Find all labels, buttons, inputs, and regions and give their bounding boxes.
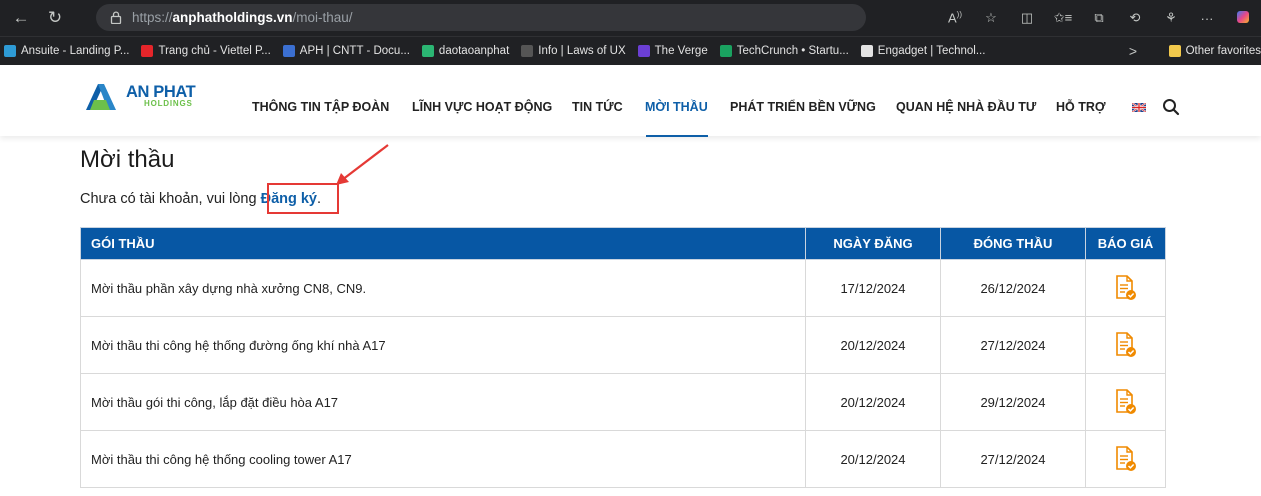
closing-date: 29/12/2024 xyxy=(940,373,1086,431)
bookmark-label: TechCrunch • Startu... xyxy=(736,45,849,57)
favorites-icon[interactable]: ✩≡ xyxy=(1049,10,1077,26)
bookmark-label: APH | CNTT - Docu... xyxy=(299,45,410,57)
split-screen-icon[interactable]: ◫ xyxy=(1013,10,1041,26)
quote-cell[interactable] xyxy=(1085,373,1166,431)
closing-date: 26/12/2024 xyxy=(940,259,1086,317)
other-favorites-label: Other favorites xyxy=(1185,45,1261,57)
bookmark-favicon-icon xyxy=(141,45,154,57)
posted-date: 20/12/2024 xyxy=(805,316,941,374)
browser-toolbar: ← ↻ https://anphatholdings.vn/moi-thau/ … xyxy=(0,0,1261,36)
nav-phat-trien-ben-vung[interactable]: PHÁT TRIỂN BỀN VỮNG xyxy=(730,100,876,114)
tender-name[interactable]: Mời thầu gói thi công, lắp đặt điều hòa … xyxy=(80,373,806,431)
table-row: Mời thầu gói thi công, lắp đặt điều hòa … xyxy=(80,373,1166,431)
bookmark-favicon-icon xyxy=(4,45,16,57)
bookmarks-more-icon[interactable]: > xyxy=(1129,37,1137,65)
url-host: anphatholdings.vn xyxy=(172,10,293,25)
tender-name[interactable]: Mời thầu thi công hệ thống cooling tower… xyxy=(80,430,806,488)
col-ngay-dang: NGÀY ĐĂNG xyxy=(805,227,941,260)
quote-document-icon xyxy=(1115,332,1136,357)
logo-name: AN PHAT xyxy=(126,82,196,101)
bookmark-label: Engadget | Technol... xyxy=(877,45,986,57)
toolbar-icons: A)) ☆ ◫ ✩≡ ⧉ ⟲ ⚘ ··· xyxy=(941,0,1261,36)
quote-document-icon xyxy=(1115,275,1136,300)
nav-ho-tro[interactable]: HỖ TRỢ xyxy=(1056,100,1106,114)
bookmark-item[interactable]: APH | CNTT - Docu... xyxy=(282,45,410,57)
site-header: AN PHAT HOLDINGS THÔNG TIN TẬP ĐOÀN LĨNH… xyxy=(0,66,1261,137)
bookmark-item[interactable]: daotaoanphat xyxy=(421,45,510,57)
bookmark-item[interactable]: TechCrunch • Startu... xyxy=(719,45,849,57)
bookmark-item[interactable]: Engadget | Technol... xyxy=(860,45,986,57)
nav-active-indicator xyxy=(646,135,708,137)
bookmarks-bar: Ansuite - Landing P... Trang chủ - Viette… xyxy=(0,36,1261,65)
lock-icon xyxy=(110,11,122,24)
bookmark-favicon-icon xyxy=(860,45,873,57)
folder-icon xyxy=(1168,45,1181,57)
register-prompt-text: Chưa có tài khoản, vui lòng xyxy=(80,191,261,207)
refresh-icon[interactable]: ↻ xyxy=(42,5,68,31)
closing-date: 27/12/2024 xyxy=(940,430,1086,488)
collections-icon[interactable]: ⧉ xyxy=(1085,10,1113,26)
annotation-highlight-box xyxy=(267,183,339,214)
bookmark-list: Ansuite - Landing P... Trang chủ - Viette… xyxy=(4,45,997,57)
address-bar[interactable]: https://anphatholdings.vn/moi-thau/ xyxy=(96,4,866,31)
col-dong-thau: ĐÓNG THẦU xyxy=(940,227,1086,260)
bookmark-item[interactable]: The Verge xyxy=(637,45,708,57)
tender-name[interactable]: Mời thầu phần xây dựng nhà xưởng CN8, CN… xyxy=(80,259,806,317)
logo-sub: HOLDINGS xyxy=(144,99,193,109)
bookmark-label: daotaoanphat xyxy=(438,45,510,57)
closing-date: 27/12/2024 xyxy=(940,316,1086,374)
nav-quan-he-nha-dau-tu[interactable]: QUAN HỆ NHÀ ĐẦU TƯ xyxy=(896,100,1036,114)
table-row: Mời thầu thi công hệ thống đường ống khí… xyxy=(80,316,1166,374)
url-scheme: https:// xyxy=(132,10,173,25)
favorite-star-icon[interactable]: ☆ xyxy=(977,10,1005,26)
col-bao-gia: BÁO GIÁ xyxy=(1085,227,1166,260)
nav-moi-thau[interactable]: MỜI THẦU xyxy=(645,100,708,114)
logo[interactable]: AN PHAT HOLDINGS xyxy=(80,80,196,112)
page-title: Mời thầu xyxy=(80,146,175,173)
quote-cell[interactable] xyxy=(1085,316,1166,374)
other-favorites[interactable]: Other favorites xyxy=(1162,37,1261,65)
quote-document-icon xyxy=(1115,389,1136,414)
bookmark-favicon-icon xyxy=(282,45,295,57)
logo-mark-icon xyxy=(86,84,116,110)
history-icon[interactable]: ⟲ xyxy=(1121,10,1149,26)
bookmark-favicon-icon xyxy=(637,45,650,57)
bookmark-item[interactable]: Ansuite - Landing P... xyxy=(4,45,129,57)
annotation-arrow xyxy=(336,144,389,185)
tender-name[interactable]: Mời thầu thi công hệ thống đường ống khí… xyxy=(80,316,806,374)
bookmark-favicon-icon xyxy=(521,45,534,57)
search-icon[interactable] xyxy=(1162,98,1180,116)
quote-cell[interactable] xyxy=(1085,430,1166,488)
posted-date: 20/12/2024 xyxy=(805,373,941,431)
table-row: Mời thầu phần xây dựng nhà xưởng CN8, CN… xyxy=(80,259,1166,317)
more-icon[interactable]: ··· xyxy=(1193,11,1221,26)
tender-table: GÓI THẦU NGÀY ĐĂNG ĐÓNG THẦU BÁO GIÁ Mời… xyxy=(80,227,1166,488)
copilot-icon[interactable] xyxy=(1229,10,1257,26)
bookmark-item[interactable]: Info | Laws of UX xyxy=(521,45,626,57)
nav-thong-tin-tap-doan[interactable]: THÔNG TIN TẬP ĐOÀN xyxy=(252,100,389,114)
uk-flag-icon[interactable] xyxy=(1132,103,1146,112)
table-header-row: GÓI THẦU NGÀY ĐĂNG ĐÓNG THẦU BÁO GIÁ xyxy=(80,227,1166,260)
extensions-icon[interactable]: ⚘ xyxy=(1157,10,1185,26)
posted-date: 17/12/2024 xyxy=(805,259,941,317)
col-goi-thau: GÓI THẦU xyxy=(80,227,806,260)
quote-document-icon xyxy=(1115,446,1136,471)
nav-tin-tuc[interactable]: TIN TỨC xyxy=(572,100,623,114)
table-row: Mời thầu thi công hệ thống cooling tower… xyxy=(80,430,1166,488)
posted-date: 20/12/2024 xyxy=(805,430,941,488)
read-aloud-icon[interactable]: A)) xyxy=(941,10,969,25)
back-arrow-icon[interactable]: ← xyxy=(8,5,34,31)
bookmark-label: Trang chủ - Viettel P... xyxy=(158,45,271,57)
quote-cell[interactable] xyxy=(1085,259,1166,317)
bookmark-label: Info | Laws of UX xyxy=(538,45,626,57)
bookmark-favicon-icon xyxy=(421,45,434,57)
bookmark-label: The Verge xyxy=(654,45,708,57)
nav-linh-vuc-hoat-dong[interactable]: LĨNH VỰC HOẠT ĐỘNG xyxy=(412,100,552,114)
bookmark-favicon-icon xyxy=(719,45,732,57)
bookmark-item[interactable]: Trang chủ - Viettel P... xyxy=(141,45,271,57)
bookmark-label: Ansuite - Landing P... xyxy=(21,45,130,57)
url-path: /moi-thau/ xyxy=(292,10,353,25)
